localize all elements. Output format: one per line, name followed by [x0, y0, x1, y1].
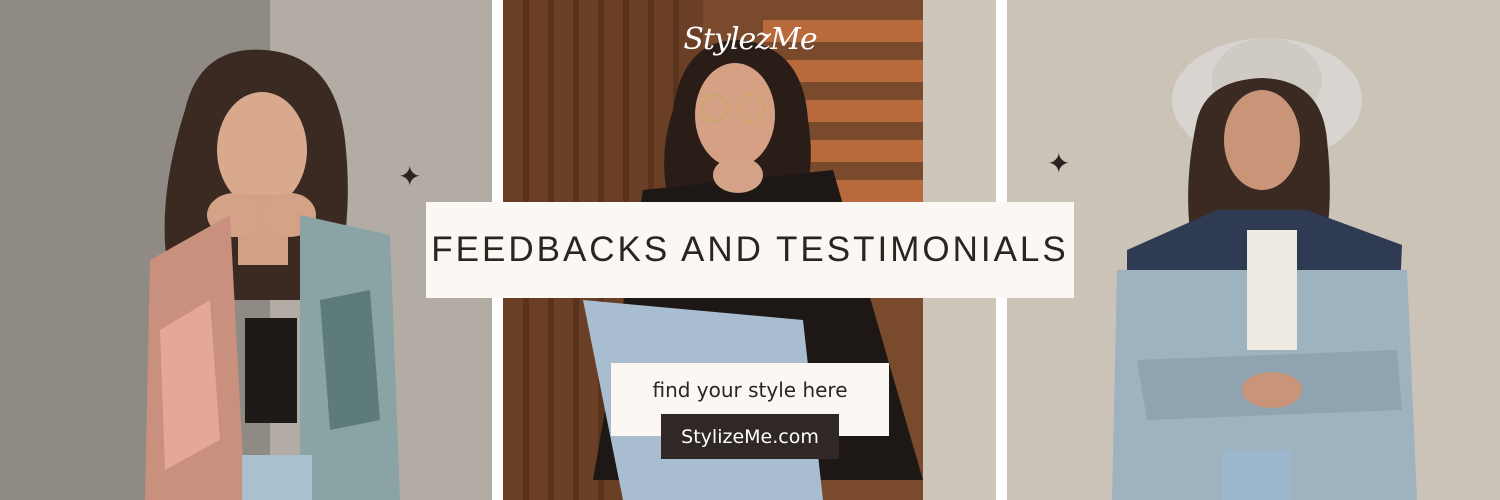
- cta-text: find your style here: [652, 377, 848, 402]
- sparkle-icon: ✦: [1047, 147, 1071, 180]
- model-photo-left: [0, 0, 492, 500]
- photo-panel-left: [0, 0, 492, 500]
- model-photo-right: [1007, 0, 1500, 500]
- sparkle-icon: ✦: [398, 160, 422, 193]
- brand-logo: StylezMe: [683, 22, 817, 57]
- title-banner: FEEDBACKS AND TESTIMONIALS: [426, 202, 1074, 298]
- website-link-button[interactable]: StylizeMe.com: [661, 414, 839, 459]
- website-link-label: StylizeMe.com: [681, 425, 819, 448]
- photo-panel-right: [1007, 0, 1500, 500]
- page-title: FEEDBACKS AND TESTIMONIALS: [431, 230, 1069, 269]
